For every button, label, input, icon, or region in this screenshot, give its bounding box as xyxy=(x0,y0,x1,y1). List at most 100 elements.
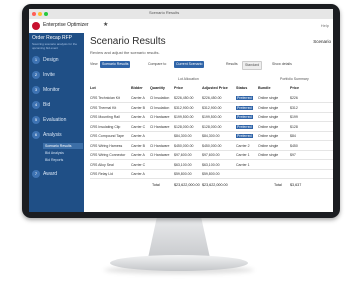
page-description: Review and adjust the scenario results. xyxy=(90,50,160,55)
view-select[interactable]: Scenario Results xyxy=(100,61,131,68)
cell-bidder: Carrier A xyxy=(131,172,145,176)
subnav-bid-analysis[interactable]: Bid Analysis xyxy=(43,150,83,156)
cell-lot: CRS Compound Tape xyxy=(90,134,124,138)
favorite-star-icon[interactable]: ★ xyxy=(103,21,108,28)
table-row[interactable]: CRS Technician Kit Carrier A Cl Insulation… xyxy=(90,94,333,103)
brand-logo-icon[interactable] xyxy=(32,22,40,30)
cell-portfolio-price: $226 xyxy=(290,96,298,100)
table-row[interactable]: CRS Wiring Harness Carrier B Cl Hardware $4… xyxy=(90,142,333,151)
sidebar-item-design[interactable]: 1 Design xyxy=(29,55,84,65)
cell-adjusted-price: $97,600.00 xyxy=(202,153,220,157)
cell-portfolio-price: $450 xyxy=(290,143,298,148)
cell-status: Preferred xyxy=(236,134,253,138)
sidebar-item-label: Invite xyxy=(43,72,55,78)
column-header-portfolio-price[interactable]: Price xyxy=(290,86,299,90)
monitor-stand xyxy=(148,218,210,258)
cell-bundle: Online single xyxy=(258,153,279,157)
sidebar-item-invite[interactable]: 2 Invite xyxy=(29,70,84,80)
column-header-lot[interactable]: Lot xyxy=(90,86,96,90)
cell-quantity: Cl Hardware xyxy=(150,124,170,129)
sidebar-item-label: Monitor xyxy=(43,87,60,93)
cell-bidder: Carrier A xyxy=(131,153,145,157)
scenario-button[interactable]: Scenario xyxy=(313,39,331,44)
cell-portfolio-price: $97 xyxy=(290,153,296,157)
table-row[interactable]: CRS Alloy Seal Carrier C $63,100.00 $63,100… xyxy=(90,161,333,170)
sidebar-item-bid[interactable]: 4 Bid xyxy=(29,100,84,110)
cell-price: $450,000.00 xyxy=(174,143,194,148)
cell-lot: CRS Alloy Seal xyxy=(90,162,114,167)
total-price: $23,622,000.00 xyxy=(174,183,200,187)
help-link[interactable]: Help xyxy=(321,23,329,28)
sidebar-item-evaluation[interactable]: 5 Evaluation xyxy=(29,115,84,125)
cell-status: Preferred xyxy=(236,96,253,100)
results-label: Results xyxy=(226,62,238,66)
cell-lot: CRS Relay Lid xyxy=(90,172,113,176)
subnav-scenario-results[interactable]: Scenario Results xyxy=(43,143,83,149)
close-window-icon[interactable] xyxy=(32,12,36,16)
step-number-badge: 1 xyxy=(32,56,40,64)
cell-price: $226,450.00 xyxy=(174,96,194,100)
table-total-row: Total $23,622,000.00 $23,622,000.00 Tota… xyxy=(90,181,333,189)
step-number-badge: 7 xyxy=(32,170,40,178)
table-row[interactable]: CRS Thermal Kit Carrier B Cl Insulation $31… xyxy=(90,104,333,113)
cell-status: Carrier 1 xyxy=(236,153,250,157)
group-header-portfolio: Portfolio Summary xyxy=(280,77,309,81)
sidebar-item-award[interactable]: 7 Award xyxy=(29,169,84,179)
cell-portfolio-price: $84 xyxy=(290,134,296,138)
step-number-badge: 3 xyxy=(32,86,40,94)
column-header-price[interactable]: Price xyxy=(174,86,183,90)
cell-adjusted-price: $128,000.00 xyxy=(202,124,222,129)
cell-adjusted-price: $63,100.00 xyxy=(202,162,220,167)
cell-adjusted-price: $199,500.00 xyxy=(202,115,222,119)
total-label-right: Total xyxy=(274,183,282,187)
cell-status: Carrier 2 xyxy=(236,143,250,148)
column-header-status[interactable]: Status xyxy=(236,86,247,90)
column-header-adjusted-price[interactable]: Adjusted Price xyxy=(202,86,228,90)
cell-bundle: Online single xyxy=(258,124,279,129)
results-select[interactable]: Standard xyxy=(242,61,263,70)
view-label: View xyxy=(90,62,98,66)
sidebar-item-label: Design xyxy=(43,57,59,63)
cell-lot: CRS Wiring Harness xyxy=(90,143,123,148)
cell-adjusted-price: $59,800.00 xyxy=(202,172,220,176)
cell-bidder: Carrier B xyxy=(131,143,146,148)
table-row[interactable]: CRS Relay Lid Carrier A $59,800.00 $59,800.… xyxy=(90,170,333,179)
sidebar-item-label: Evaluation xyxy=(43,117,67,123)
column-header-quantity[interactable]: Quantity xyxy=(150,86,165,90)
cell-portfolio-price: $128 xyxy=(290,124,298,129)
show-details-toggle[interactable]: Show details xyxy=(272,62,292,66)
sidebar-item-analysis[interactable]: 6 Analysis xyxy=(29,130,84,140)
step-number-badge: 2 xyxy=(32,71,40,79)
minimize-window-icon[interactable] xyxy=(38,12,42,16)
table-row[interactable]: CRS Compound Tape Carrier A $84,300.00 $84,… xyxy=(90,132,333,141)
cell-status: Preferred xyxy=(236,124,253,129)
table-row[interactable]: CRS Mounting Rail Carrier A Cl Hardware $19… xyxy=(90,113,333,122)
compare-select[interactable]: Current Scenario xyxy=(174,61,205,68)
monitor-base xyxy=(110,255,248,271)
cell-adjusted-price: $226,450.00 xyxy=(202,96,222,100)
cell-lot: CRS Wiring Connector xyxy=(90,153,126,157)
total-label: Total xyxy=(152,183,160,187)
group-header-lot-allocation: Lot Allocation xyxy=(178,77,199,81)
brand-name[interactable]: Enterprise Optimizer xyxy=(43,22,89,28)
screen: Scenario Results Enterprise Optimizer ★ … xyxy=(29,9,333,212)
sidebar-item-monitor[interactable]: 3 Monitor xyxy=(29,85,84,95)
sidebar-item-label: Award xyxy=(43,171,58,177)
column-header-bundle[interactable]: Bundle xyxy=(258,86,271,90)
cell-adjusted-price: $312,900.00 xyxy=(202,105,222,110)
cell-bidder: Carrier A xyxy=(131,134,145,138)
cell-bidder: Carrier B xyxy=(131,105,146,110)
step-number-badge: 6 xyxy=(32,131,40,139)
table-row[interactable]: CRS Insulating Clip Carrier C Cl Hardware $… xyxy=(90,123,333,132)
cell-bundle: Online single xyxy=(258,134,279,138)
cell-bidder: Carrier C xyxy=(131,124,146,129)
cell-price: $84,300.00 xyxy=(174,134,192,138)
cell-status: Preferred xyxy=(236,115,253,119)
subnav-bid-reports[interactable]: Bid Reports xyxy=(43,157,83,163)
maximize-window-icon[interactable] xyxy=(44,12,48,16)
cell-price: $63,100.00 xyxy=(174,162,192,167)
table-row[interactable]: CRS Wiring Connector Carrier A Cl Hardware… xyxy=(90,151,333,160)
column-header-bidder[interactable]: Bidder xyxy=(131,86,143,90)
cell-lot: CRS Technician Kit xyxy=(90,96,120,100)
browser-chrome: Scenario Results xyxy=(29,9,333,19)
